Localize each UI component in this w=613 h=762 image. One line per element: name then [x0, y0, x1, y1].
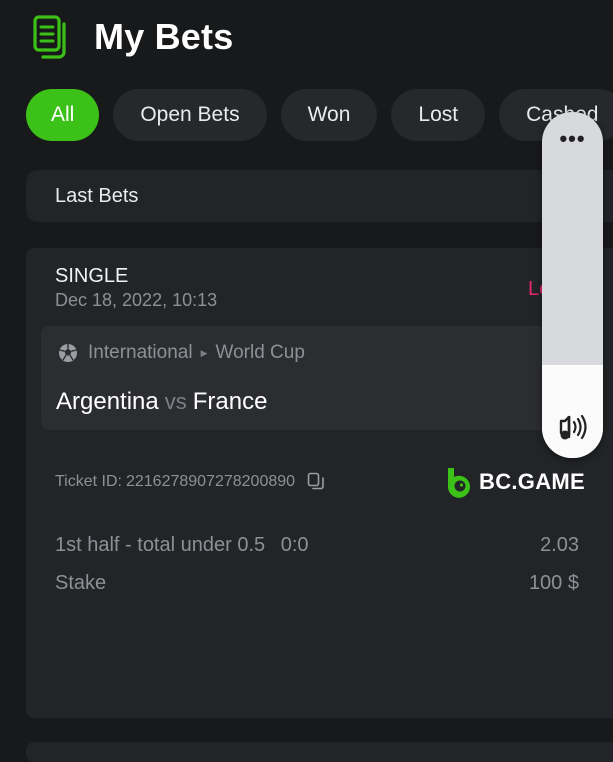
more-dots-icon[interactable]: ••• — [542, 126, 603, 152]
bet-type: SINGLE — [55, 265, 129, 287]
sound-icon[interactable] — [556, 412, 590, 442]
filter-tabs: All Open Bets Won Lost Cashed — [26, 89, 613, 141]
filter-lost[interactable]: Lost — [391, 89, 486, 141]
bet-card[interactable]: SINGLE Dec 18, 2022, 10:13 Lost Internat… — [26, 248, 613, 718]
filter-won[interactable]: Won — [280, 89, 378, 141]
bets-list-icon — [33, 15, 66, 59]
vs-label: vs — [164, 389, 187, 414]
last-bets-header[interactable]: Last Bets — [26, 170, 613, 222]
league-breadcrumb: International ▶ World Cup — [58, 342, 305, 364]
caret-right-icon: ▶ — [200, 347, 208, 358]
soccer-ball-icon — [59, 344, 77, 362]
match-info[interactable]: International ▶ World Cup Argentina vs Fra… — [41, 326, 601, 430]
market-name: 1st half - total under 0.5 — [55, 534, 266, 556]
ticket-label: Ticket ID: — [55, 473, 122, 490]
away-team: France — [192, 388, 268, 415]
page-header: My Bets — [32, 14, 233, 60]
copy-icon[interactable] — [307, 472, 325, 492]
market-line: 1st half - total under 0.5 0:0 — [55, 534, 309, 557]
market-score: 0:0 — [280, 534, 309, 556]
home-team: Argentina — [56, 388, 159, 415]
bc-game-mark-icon — [447, 468, 470, 498]
stake-label: Stake — [55, 572, 107, 594]
next-bet-card[interactable] — [26, 742, 613, 762]
filter-open-bets[interactable]: Open Bets — [113, 89, 267, 141]
league-name: International — [88, 342, 193, 363]
bc-game-logo: BC.GAME — [446, 466, 585, 498]
tournament-name: World Cup — [215, 342, 305, 363]
ticket-row: Ticket ID: 2216278907278200890 — [55, 472, 325, 492]
volume-overlay[interactable]: ••• — [542, 112, 603, 458]
match-teams: Argentina vs France — [56, 388, 267, 416]
filter-all[interactable]: All — [26, 89, 100, 141]
brand-name: BC.GAME — [479, 469, 585, 494]
page-title: My Bets — [94, 16, 234, 57]
ticket-id: 2216278907278200890 — [125, 473, 296, 490]
odds-value: 2.03 — [540, 534, 579, 556]
stake-value: 100 $ — [528, 572, 579, 594]
bet-date: Dec 18, 2022, 10:13 — [55, 290, 218, 310]
last-bets-label: Last Bets — [55, 184, 139, 207]
